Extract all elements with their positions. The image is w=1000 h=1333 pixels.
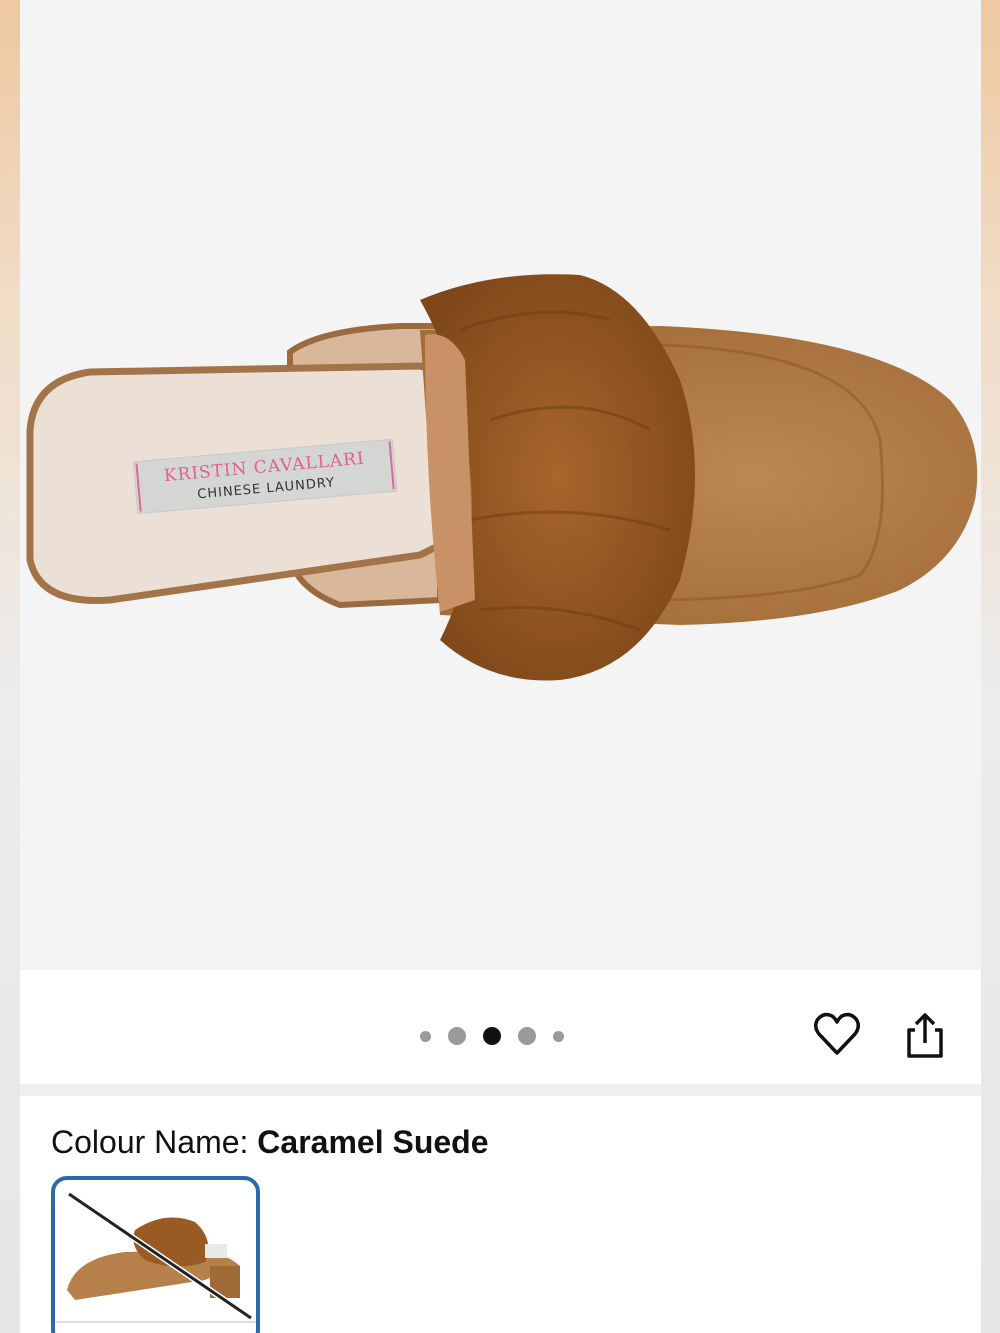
heart-icon — [814, 1012, 860, 1055]
carousel-indicator[interactable] — [420, 1021, 581, 1051]
colour-name-label: Colour Name: Caramel Suede — [51, 1124, 489, 1161]
product-image[interactable]: KRISTIN CAVALLARI CHINESE LAUNDRY — [20, 0, 981, 970]
carousel-dot[interactable] — [448, 1027, 466, 1045]
product-page: KRISTIN CAVALLARI CHINESE LAUNDRY Colour… — [20, 0, 981, 1333]
colour-name-value: Caramel Suede — [257, 1124, 489, 1160]
colour-name-prefix: Colour Name: — [51, 1124, 249, 1160]
image-controls-bar — [20, 970, 981, 1084]
carousel-dot-active[interactable] — [483, 1027, 501, 1045]
carousel-dot[interactable] — [420, 1030, 431, 1042]
favorite-button[interactable] — [812, 1010, 862, 1060]
colour-selector: Colour Name: Caramel Suede — [20, 1096, 981, 1333]
carousel-dot[interactable] — [553, 1030, 564, 1042]
colour-swatch-caramel-suede[interactable] — [51, 1176, 260, 1333]
share-icon — [907, 1013, 943, 1058]
swatch-shoe-thumbnail — [55, 1191, 256, 1323]
carousel-dot[interactable] — [518, 1027, 536, 1045]
share-button[interactable] — [900, 1010, 950, 1060]
mule-shoe-image: KRISTIN CAVALLARI CHINESE LAUNDRY — [26, 274, 978, 681]
